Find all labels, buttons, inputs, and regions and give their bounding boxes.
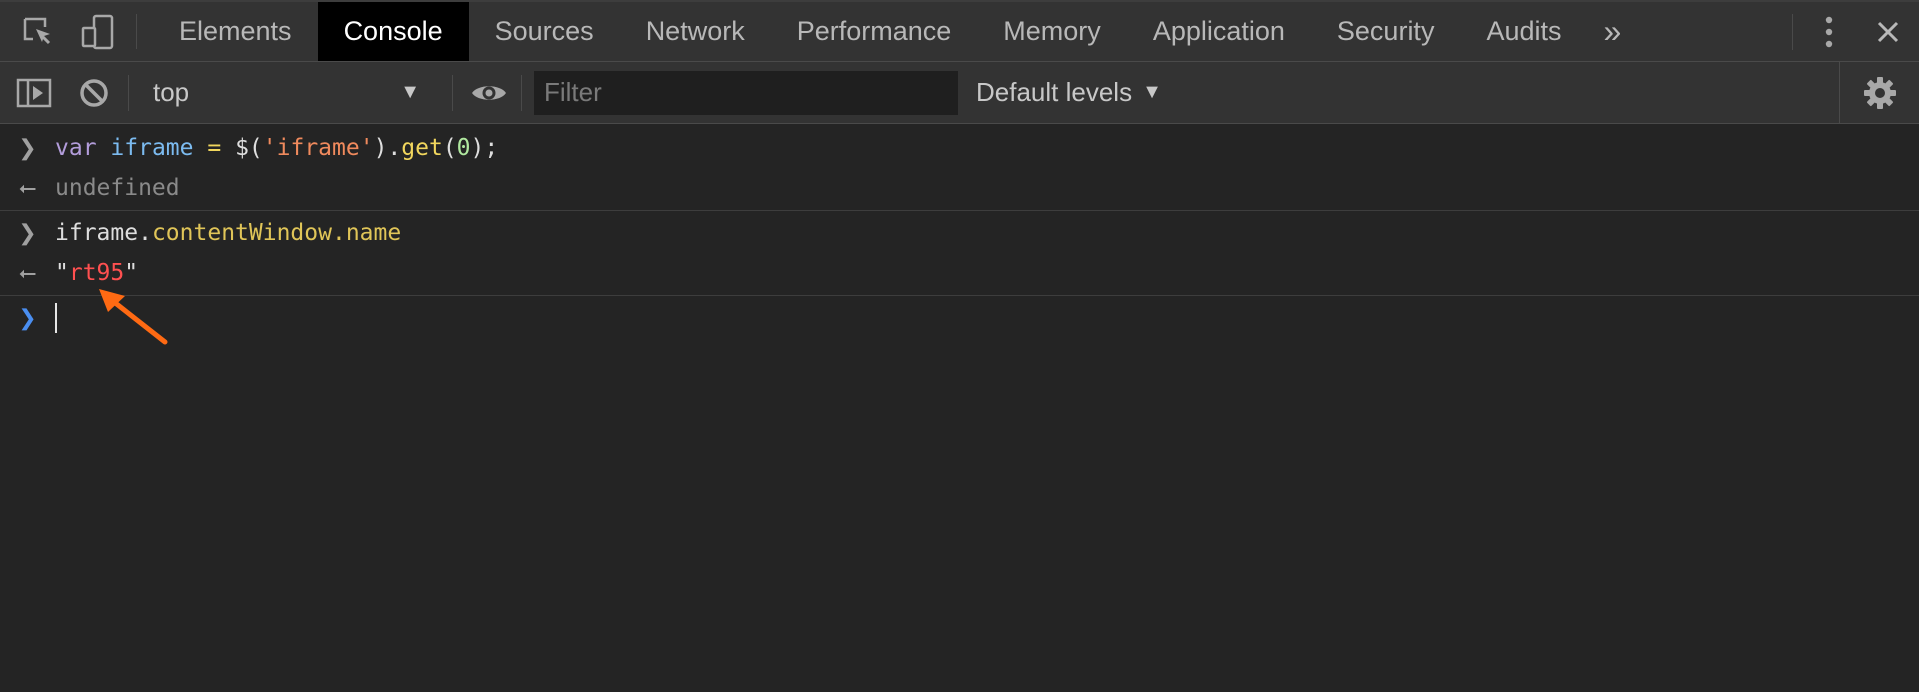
log-levels-dropdown[interactable]: Default levels ▼: [976, 77, 1162, 108]
tab-audits[interactable]: Audits: [1460, 2, 1587, 61]
clear-console-icon[interactable]: [64, 63, 124, 123]
live-expression-eye-icon[interactable]: [461, 63, 517, 123]
string-token: 'iframe': [262, 135, 374, 161]
tab-elements[interactable]: Elements: [153, 2, 318, 61]
property-token: contentWindow.name: [151, 220, 402, 246]
show-sidebar-icon[interactable]: [4, 63, 64, 123]
device-toolbar-icon[interactable]: [68, 2, 128, 62]
call-token: $(: [235, 135, 263, 161]
input-chevron-icon: ❯: [18, 135, 37, 161]
entry-separator: [0, 295, 1919, 296]
object-token: iframe: [55, 220, 139, 246]
tab-console[interactable]: Console: [317, 2, 469, 61]
tab-security[interactable]: Security: [1311, 2, 1461, 61]
tab-application[interactable]: Application: [1127, 2, 1311, 61]
quote-token: ": [124, 260, 139, 286]
tabbar-right-controls: [1784, 2, 1919, 62]
panel-tabs: Elements Console Sources Network Performance…: [153, 2, 1588, 61]
prompt-chevron-icon: ❯: [18, 305, 37, 331]
result-value: undefined: [55, 175, 180, 201]
chevron-down-icon: ▼: [400, 80, 420, 103]
devtools-tabbar: Elements Console Sources Network Performance…: [0, 0, 1919, 62]
tab-network[interactable]: Network: [620, 2, 771, 61]
variable-token: iframe: [110, 135, 194, 161]
log-levels-label: Default levels: [976, 77, 1133, 107]
method-token: get: [401, 135, 443, 161]
number-token: 0: [456, 135, 471, 161]
tab-sources[interactable]: Sources: [469, 2, 620, 61]
console-prompt-row[interactable]: ❯: [0, 298, 1919, 338]
toolbar-separator: [128, 74, 129, 111]
context-selector[interactable]: top ▼: [139, 68, 444, 118]
punct-token: ).: [373, 135, 402, 161]
chevron-down-icon: ▼: [1142, 81, 1162, 103]
operator-token: =: [207, 135, 222, 161]
console-input-code[interactable]: var iframe = $('iframe').get(0);: [55, 135, 498, 161]
console-result-row: ⭠ undefined: [0, 168, 1919, 208]
annotation-arrow-icon: [99, 289, 168, 345]
toolbar-separator: [452, 74, 453, 111]
string-result-value: rt95: [68, 260, 125, 286]
context-selector-value: top: [153, 77, 190, 107]
entry-separator: [0, 210, 1919, 211]
keyword-token: var: [55, 135, 97, 161]
inspect-element-icon[interactable]: [8, 2, 68, 62]
input-chevron-icon: ❯: [18, 220, 37, 246]
console-toolbar: top ▼ Default levels ▼: [0, 62, 1919, 124]
kebab-menu-icon[interactable]: [1801, 2, 1857, 62]
tab-performance[interactable]: Performance: [771, 2, 978, 61]
result-arrow-icon: ⭠: [18, 260, 37, 286]
punct-token: .: [138, 220, 152, 246]
quote-token: ": [55, 260, 69, 286]
punct-token: );: [470, 135, 499, 161]
punct-token: (: [442, 135, 457, 161]
more-tabs-button[interactable]: »: [1588, 2, 1638, 61]
result-arrow-icon: ⭠: [18, 175, 37, 201]
text-cursor: [55, 303, 57, 333]
console-input-code[interactable]: iframe.contentWindow.name: [55, 220, 401, 246]
tabbar-right-separator: [1792, 14, 1793, 50]
tabbar-separator: [136, 14, 137, 49]
console-output[interactable]: ❯ var iframe = $('iframe').get(0); ⭠ und…: [0, 124, 1919, 692]
console-input-row[interactable]: ❯ iframe.contentWindow.name: [0, 213, 1919, 253]
close-devtools-icon[interactable]: [1857, 2, 1919, 62]
console-input-row[interactable]: ❯ var iframe = $('iframe').get(0);: [0, 128, 1919, 168]
console-result-row: ⭠ " rt95 ": [0, 253, 1919, 293]
tab-memory[interactable]: Memory: [977, 2, 1127, 61]
toolbar-separator: [521, 74, 522, 111]
filter-input[interactable]: [534, 70, 958, 115]
console-settings-gear-icon[interactable]: [1839, 62, 1919, 124]
